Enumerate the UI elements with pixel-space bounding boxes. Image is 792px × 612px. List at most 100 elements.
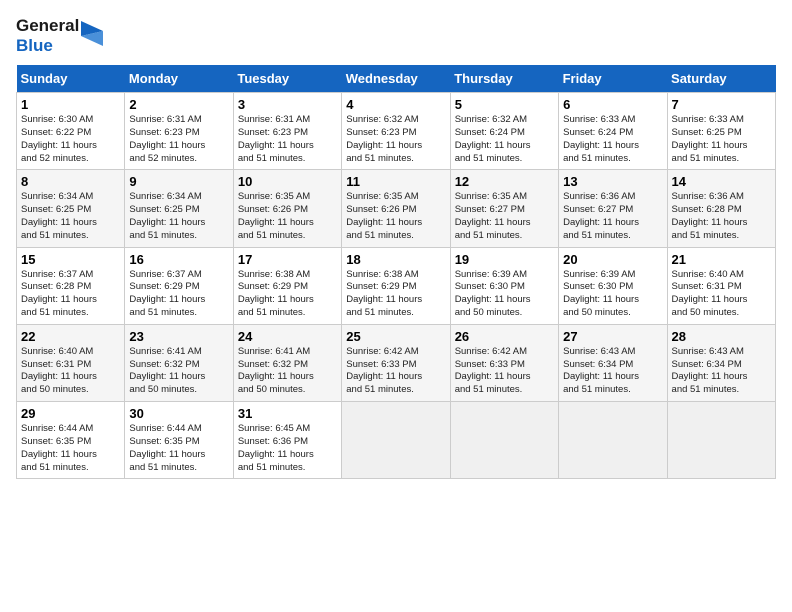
calendar-day-cell: 1 Sunrise: 6:30 AMSunset: 6:22 PMDaylight… (17, 93, 125, 170)
calendar-day-cell (667, 402, 775, 479)
day-number: 8 (21, 174, 120, 189)
day-info: Sunrise: 6:32 AMSunset: 6:24 PMDaylight:… (455, 114, 554, 165)
calendar-header: SundayMondayTuesdayWednesdayThursdayFrid… (17, 65, 776, 93)
weekday-header: Sunday (17, 65, 125, 93)
day-number: 28 (672, 329, 771, 344)
day-info: Sunrise: 6:45 AMSunset: 6:36 PMDaylight:… (238, 423, 337, 474)
weekday-header: Thursday (450, 65, 558, 93)
calendar-day-cell: 16 Sunrise: 6:37 AMSunset: 6:29 PMDayligh… (125, 247, 233, 324)
day-number: 17 (238, 252, 337, 267)
day-number: 30 (129, 406, 228, 421)
weekday-header: Saturday (667, 65, 775, 93)
weekday-row: SundayMondayTuesdayWednesdayThursdayFrid… (17, 65, 776, 93)
day-info: Sunrise: 6:42 AMSunset: 6:33 PMDaylight:… (346, 346, 445, 397)
day-number: 12 (455, 174, 554, 189)
calendar-day-cell: 19 Sunrise: 6:39 AMSunset: 6:30 PMDayligh… (450, 247, 558, 324)
day-number: 13 (563, 174, 662, 189)
day-number: 16 (129, 252, 228, 267)
calendar-week-row: 8 Sunrise: 6:34 AMSunset: 6:25 PMDaylight… (17, 170, 776, 247)
day-info: Sunrise: 6:38 AMSunset: 6:29 PMDaylight:… (346, 269, 445, 320)
day-info: Sunrise: 6:43 AMSunset: 6:34 PMDaylight:… (672, 346, 771, 397)
day-info: Sunrise: 6:35 AMSunset: 6:27 PMDaylight:… (455, 191, 554, 242)
calendar-day-cell: 18 Sunrise: 6:38 AMSunset: 6:29 PMDayligh… (342, 247, 450, 324)
calendar-day-cell: 24 Sunrise: 6:41 AMSunset: 6:32 PMDayligh… (233, 324, 341, 401)
day-number: 4 (346, 97, 445, 112)
day-info: Sunrise: 6:39 AMSunset: 6:30 PMDaylight:… (563, 269, 662, 320)
day-info: Sunrise: 6:33 AMSunset: 6:25 PMDaylight:… (672, 114, 771, 165)
calendar-week-row: 1 Sunrise: 6:30 AMSunset: 6:22 PMDaylight… (17, 93, 776, 170)
calendar-day-cell: 12 Sunrise: 6:35 AMSunset: 6:27 PMDayligh… (450, 170, 558, 247)
day-info: Sunrise: 6:41 AMSunset: 6:32 PMDaylight:… (129, 346, 228, 397)
day-number: 22 (21, 329, 120, 344)
day-number: 10 (238, 174, 337, 189)
day-info: Sunrise: 6:35 AMSunset: 6:26 PMDaylight:… (346, 191, 445, 242)
calendar-day-cell (342, 402, 450, 479)
calendar-day-cell: 22 Sunrise: 6:40 AMSunset: 6:31 PMDayligh… (17, 324, 125, 401)
day-number: 14 (672, 174, 771, 189)
calendar-day-cell: 31Sunrise: 6:45 AMSunset: 6:36 PMDayligh… (233, 402, 341, 479)
day-info: Sunrise: 6:43 AMSunset: 6:34 PMDaylight:… (563, 346, 662, 397)
day-number: 9 (129, 174, 228, 189)
day-info: Sunrise: 6:35 AMSunset: 6:26 PMDaylight:… (238, 191, 337, 242)
day-info: Sunrise: 6:32 AMSunset: 6:23 PMDaylight:… (346, 114, 445, 165)
day-number: 18 (346, 252, 445, 267)
calendar-day-cell: 6Sunrise: 6:33 AMSunset: 6:24 PMDaylight… (559, 93, 667, 170)
calendar-day-cell: 15 Sunrise: 6:37 AMSunset: 6:28 PMDayligh… (17, 247, 125, 324)
page-header: General Blue (16, 16, 776, 55)
calendar-day-cell: 17Sunrise: 6:38 AMSunset: 6:29 PMDayligh… (233, 247, 341, 324)
day-info: Sunrise: 6:44 AMSunset: 6:35 PMDaylight:… (21, 423, 120, 474)
day-info: Sunrise: 6:34 AMSunset: 6:25 PMDaylight:… (129, 191, 228, 242)
calendar-day-cell: 10 Sunrise: 6:35 AMSunset: 6:26 PMDayligh… (233, 170, 341, 247)
calendar-body: 1 Sunrise: 6:30 AMSunset: 6:22 PMDaylight… (17, 93, 776, 479)
day-number: 5 (455, 97, 554, 112)
weekday-header: Friday (559, 65, 667, 93)
day-info: Sunrise: 6:40 AMSunset: 6:31 PMDaylight:… (672, 269, 771, 320)
day-info: Sunrise: 6:34 AMSunset: 6:25 PMDaylight:… (21, 191, 120, 242)
calendar-day-cell: 4 Sunrise: 6:32 AMSunset: 6:23 PMDaylight… (342, 93, 450, 170)
day-number: 21 (672, 252, 771, 267)
calendar-day-cell (450, 402, 558, 479)
calendar-week-row: 15 Sunrise: 6:37 AMSunset: 6:28 PMDayligh… (17, 247, 776, 324)
day-info: Sunrise: 6:37 AMSunset: 6:28 PMDaylight:… (21, 269, 120, 320)
day-number: 11 (346, 174, 445, 189)
day-info: Sunrise: 6:40 AMSunset: 6:31 PMDaylight:… (21, 346, 120, 397)
calendar-day-cell: 27Sunrise: 6:43 AMSunset: 6:34 PMDayligh… (559, 324, 667, 401)
calendar-day-cell: 7 Sunrise: 6:33 AMSunset: 6:25 PMDaylight… (667, 93, 775, 170)
calendar-day-cell: 28 Sunrise: 6:43 AMSunset: 6:34 PMDayligh… (667, 324, 775, 401)
day-number: 7 (672, 97, 771, 112)
day-info: Sunrise: 6:31 AMSunset: 6:23 PMDaylight:… (129, 114, 228, 165)
weekday-header: Monday (125, 65, 233, 93)
calendar-day-cell: 13 Sunrise: 6:36 AMSunset: 6:27 PMDayligh… (559, 170, 667, 247)
day-number: 20 (563, 252, 662, 267)
day-number: 6 (563, 97, 662, 112)
calendar-day-cell: 14 Sunrise: 6:36 AMSunset: 6:28 PMDayligh… (667, 170, 775, 247)
calendar-day-cell: 20 Sunrise: 6:39 AMSunset: 6:30 PMDayligh… (559, 247, 667, 324)
calendar-day-cell: 2 Sunrise: 6:31 AMSunset: 6:23 PMDaylight… (125, 93, 233, 170)
day-number: 19 (455, 252, 554, 267)
day-number: 26 (455, 329, 554, 344)
day-number: 15 (21, 252, 120, 267)
calendar-day-cell: 30 Sunrise: 6:44 AMSunset: 6:35 PMDayligh… (125, 402, 233, 479)
day-info: Sunrise: 6:44 AMSunset: 6:35 PMDaylight:… (129, 423, 228, 474)
weekday-header: Wednesday (342, 65, 450, 93)
calendar-week-row: 29 Sunrise: 6:44 AMSunset: 6:35 PMDayligh… (17, 402, 776, 479)
day-info: Sunrise: 6:37 AMSunset: 6:29 PMDaylight:… (129, 269, 228, 320)
logo: General Blue (16, 16, 103, 55)
day-number: 24 (238, 329, 337, 344)
day-number: 3 (238, 97, 337, 112)
day-number: 2 (129, 97, 228, 112)
calendar-table: SundayMondayTuesdayWednesdayThursdayFrid… (16, 65, 776, 479)
day-number: 29 (21, 406, 120, 421)
day-number: 1 (21, 97, 120, 112)
calendar-day-cell: 11 Sunrise: 6:35 AMSunset: 6:26 PMDayligh… (342, 170, 450, 247)
calendar-day-cell: 5 Sunrise: 6:32 AMSunset: 6:24 PMDaylight… (450, 93, 558, 170)
calendar-day-cell: 8 Sunrise: 6:34 AMSunset: 6:25 PMDaylight… (17, 170, 125, 247)
day-info: Sunrise: 6:36 AMSunset: 6:28 PMDaylight:… (672, 191, 771, 242)
day-number: 25 (346, 329, 445, 344)
day-info: Sunrise: 6:39 AMSunset: 6:30 PMDaylight:… (455, 269, 554, 320)
calendar-day-cell: 23Sunrise: 6:41 AMSunset: 6:32 PMDayligh… (125, 324, 233, 401)
day-info: Sunrise: 6:30 AMSunset: 6:22 PMDaylight:… (21, 114, 120, 165)
day-info: Sunrise: 6:36 AMSunset: 6:27 PMDaylight:… (563, 191, 662, 242)
day-info: Sunrise: 6:41 AMSunset: 6:32 PMDaylight:… (238, 346, 337, 397)
calendar-week-row: 22 Sunrise: 6:40 AMSunset: 6:31 PMDayligh… (17, 324, 776, 401)
